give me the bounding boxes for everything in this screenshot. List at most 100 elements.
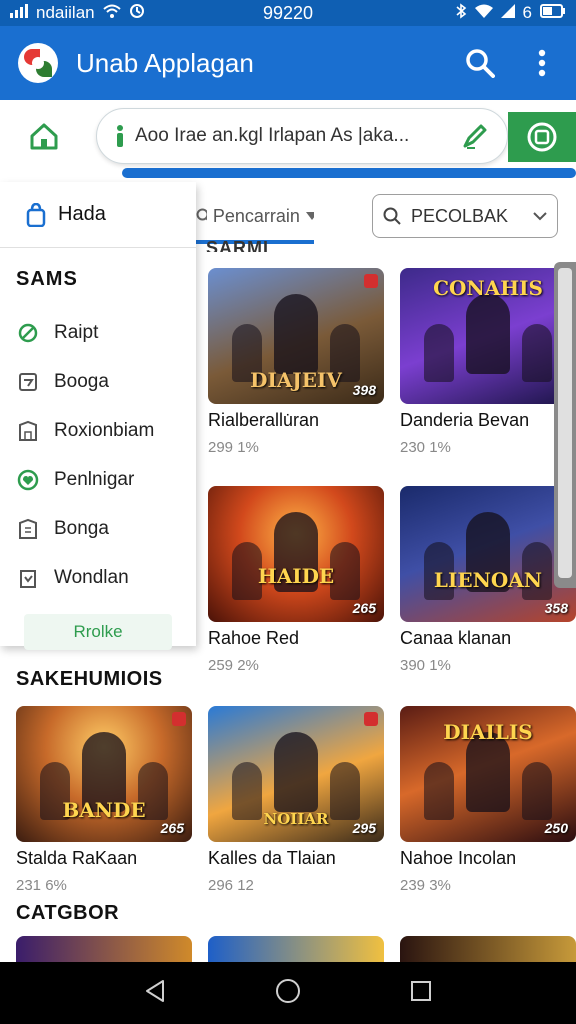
section-title: SAKEHUMIOIS [16, 668, 163, 690]
building-icon [16, 419, 40, 443]
game-title: Rahoe Red [208, 628, 300, 648]
status-bar: ndaiilan 99220 6 [0, 0, 576, 26]
game-logo-text: BANDE [62, 798, 146, 822]
game-title: Kalles da Tlaian [208, 848, 336, 868]
tab-pencarian-label: Pencarrain [212, 205, 300, 226]
app-logo [18, 43, 58, 83]
drawer-item-5[interactable]: Wondlan [0, 553, 196, 602]
drawer-item-label: Penlnigar [54, 468, 135, 490]
caret-down-icon [305, 212, 314, 220]
game-title: Canaa klanan [400, 628, 512, 648]
edit-icon[interactable] [461, 122, 489, 150]
app-actions [464, 47, 558, 79]
game-title: Rialberallu̇ran [208, 410, 320, 430]
game-title: Danderia Bevan [400, 410, 530, 430]
game-card[interactable]: LIENOAN 358 Canaa klanan 390 1% [400, 486, 576, 674]
system-nav-bar [0, 962, 576, 1024]
drawer-item-label: Raipt [54, 321, 99, 343]
game-meta: 239 3% [400, 877, 451, 894]
tag-icon [16, 566, 40, 590]
scroll-handle[interactable] [554, 262, 576, 588]
bag-icon [26, 202, 46, 227]
game-meta: 231 6% [16, 877, 67, 894]
game-thumbnail: BANDE 265 [16, 706, 192, 842]
game-card[interactable]: CONAHIS Danderia Bevan 230 1% [400, 268, 576, 456]
app-title: Unab Applagan [76, 47, 254, 78]
filter-row: Pencarrain PECOLBAK [196, 182, 576, 244]
game-meta: 230 1% [400, 439, 451, 456]
calendar-icon [16, 370, 40, 394]
section-title: CATGBOR [16, 902, 120, 924]
game-card[interactable]: HAIDE 265 Rahoe Red 259 2% [208, 486, 384, 674]
search-input-text: Aoo Irae an.kgl Irlapan As |aka... [135, 125, 410, 146]
building-icon [16, 517, 40, 541]
game-thumbnail: CONAHIS [400, 268, 576, 404]
scan-icon [527, 122, 557, 152]
section-title-partial: SARMI [206, 238, 269, 252]
home-icon [30, 123, 58, 150]
game-card[interactable]: BANDE 265 Stalda RaKaan 231 6% [16, 706, 192, 894]
game-thumbnail-partial[interactable] [400, 936, 576, 964]
drawer-item-4[interactable]: Bonga [0, 504, 196, 553]
recents-icon [410, 980, 431, 1001]
game-meta: 299 1% [208, 439, 259, 456]
drawer-item-label: Bonga [54, 517, 109, 539]
game-badge: 265 [160, 820, 184, 836]
game-thumbnail: LIENOAN 358 [400, 486, 576, 622]
drawer-item-0[interactable]: Raipt [0, 308, 196, 357]
drawer-item-label: Wondlan [54, 566, 129, 588]
game-logo-text: DIAILIS [443, 720, 533, 744]
game-card[interactable]: NOIIAR 295 Kalles da Tlaian 296 12 [208, 706, 384, 894]
drawer-section-title: SAMS [16, 268, 78, 290]
drawer-item-3[interactable]: Penlnigar [0, 455, 196, 504]
game-meta: 296 12 [208, 877, 254, 894]
search-progress-bar [122, 168, 576, 178]
info-icon [117, 125, 123, 147]
game-meta: 259 2% [208, 657, 259, 674]
game-title: Stalda RaKaan [16, 848, 138, 868]
overflow-menu-button[interactable] [526, 47, 558, 79]
scan-button[interactable] [508, 112, 576, 162]
drawer-header[interactable]: Hada [0, 182, 196, 248]
game-logo-text: LIENOAN [433, 568, 543, 592]
game-badge: 398 [352, 382, 376, 398]
filter-select[interactable]: PECOLBAK [372, 194, 558, 238]
game-logo-text: HAIDE [257, 564, 335, 588]
game-card[interactable]: DIAILIS 250 Nahoe Incolan 239 3% [400, 706, 576, 894]
drawer-item-1[interactable]: Booga [0, 357, 196, 406]
tab-pencarian[interactable]: Pencarrain [196, 196, 314, 236]
game-badge: 295 [352, 820, 376, 836]
circle-home-icon [275, 978, 300, 1003]
search-button[interactable] [464, 47, 496, 79]
leaf-icon [16, 321, 40, 345]
game-thumbnail: DIAILIS 250 [400, 706, 576, 842]
drawer-item-label: Roxionbiam [54, 419, 155, 441]
game-badge: 358 [544, 600, 568, 616]
recents-button[interactable] [410, 980, 432, 1007]
search-small-icon [383, 207, 401, 225]
game-thumbnail-partial[interactable] [16, 936, 192, 964]
game-thumbnail-partial[interactable] [208, 936, 384, 964]
drawer-item-label: Booga [54, 370, 109, 392]
search-small-icon [196, 208, 207, 221]
heart-icon [16, 468, 40, 492]
drawer-footer-button[interactable]: Rrolke [24, 614, 172, 650]
game-badge: 250 [544, 820, 568, 836]
more-vert-icon [538, 49, 546, 77]
status-time: 99220 [262, 2, 314, 23]
game-logo-text: CONAHIS [433, 276, 543, 300]
chevron-down-icon [533, 211, 547, 220]
game-card[interactable]: DIAJEIV 398 Rialberallu̇ran 299 1% [208, 268, 384, 456]
home-nav-button[interactable] [275, 978, 301, 1009]
filter-select-value: PECOLBAK [411, 205, 509, 226]
drawer-item-2[interactable]: Roxionbiam [0, 406, 196, 455]
drawer-header-label: Hada [58, 203, 106, 225]
side-drawer: Hada SAMS Raipt Booga Roxionbiam Penlnig… [0, 182, 196, 650]
game-thumbnail: DIAJEIV 398 [208, 268, 384, 404]
game-badge: 265 [352, 600, 376, 616]
search-row: Aoo Irae an.kgl Irlapan As |aka... [0, 100, 576, 178]
search-icon [466, 49, 495, 78]
back-button[interactable] [144, 979, 166, 1008]
search-input[interactable]: Aoo Irae an.kgl Irlapan As |aka... [96, 108, 508, 164]
home-button[interactable] [28, 120, 60, 152]
